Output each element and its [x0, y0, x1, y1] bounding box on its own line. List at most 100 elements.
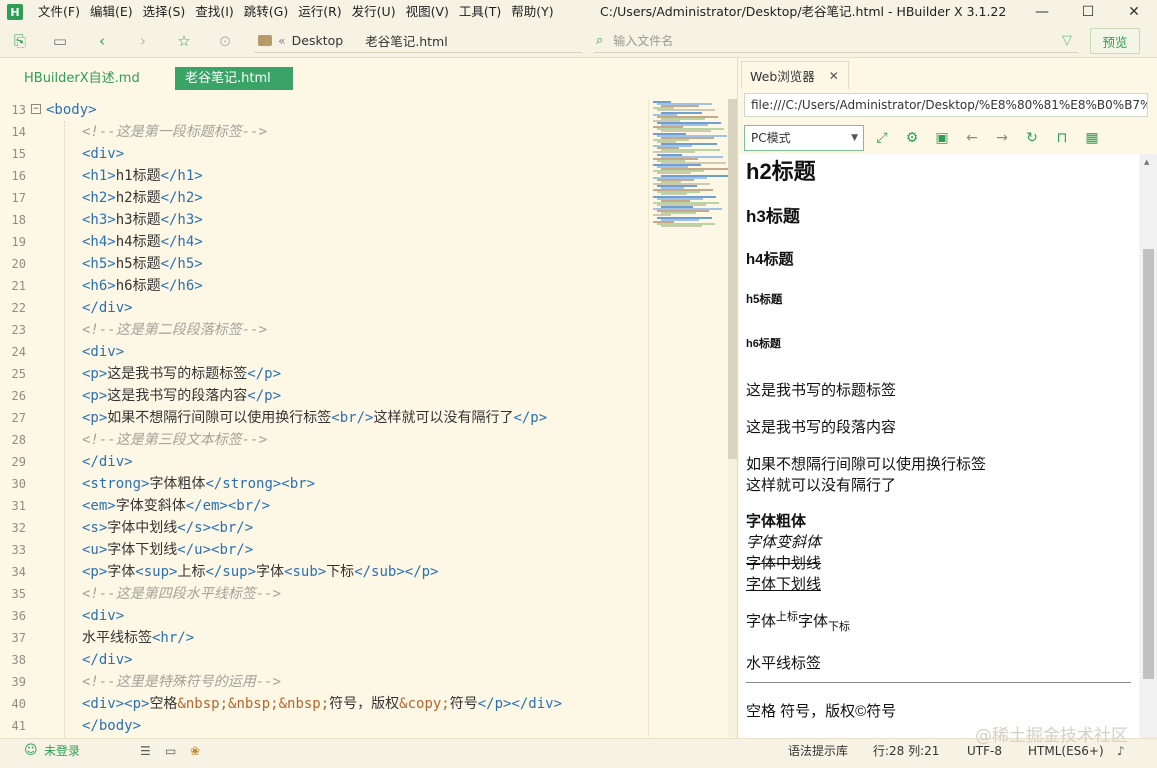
menu-publish[interactable]: 发行(U): [347, 0, 401, 24]
code-line[interactable]: 33 <u>字体下划线</u><br/>: [0, 539, 648, 561]
code-line[interactable]: 18 <h3>h3标题</h3>: [0, 209, 648, 231]
code-line[interactable]: 34 <p>字体<sup>上标</sup>字体<sub>下标</sub></p>: [0, 561, 648, 583]
code-line[interactable]: 31 <em>字体变斜体</em><br/>: [0, 495, 648, 517]
open-external-icon[interactable]: ⤢: [873, 129, 891, 147]
minimap[interactable]: [648, 99, 732, 737]
url-bar[interactable]: file:///C:/Users/Administrator/Desktop/%…: [744, 93, 1148, 117]
menu-tools[interactable]: 工具(T): [454, 0, 506, 24]
syntax-hint-library[interactable]: 语法提示库: [788, 739, 848, 763]
lock-icon[interactable]: ⊓: [1053, 129, 1071, 147]
menu-edit[interactable]: 编辑(E): [85, 0, 138, 24]
menu-file[interactable]: 文件(F): [33, 0, 85, 24]
preview-special-symbols: 空格 符号，版权©符号: [746, 703, 897, 720]
code-line[interactable]: 32 <s>字体中划线</s><br/>: [0, 517, 648, 539]
menu-select[interactable]: 选择(S): [138, 0, 191, 24]
watermark: @稀土掘金技术社区: [975, 726, 1128, 746]
code-tag: </s><br/>: [177, 520, 254, 536]
code-text: <h2>h2标题</h2>: [82, 187, 203, 209]
run-icon[interactable]: ⊙: [215, 31, 235, 51]
close-window-button[interactable]: ✕: [1111, 0, 1157, 24]
preview-paragraph-2: 这是我书写的段落内容: [746, 419, 897, 436]
editor-scrollbar-thumb[interactable]: [728, 99, 737, 459]
back-arrow-icon[interactable]: ←: [963, 129, 981, 147]
preview-scrollbar-thumb[interactable]: [1143, 249, 1154, 679]
back-icon[interactable]: ‹: [92, 31, 112, 51]
bookmark-star-icon[interactable]: ☆: [174, 31, 194, 51]
code-tag: </p></div>: [477, 696, 563, 712]
code-line[interactable]: 25 <p>这是我书写的标题标签</p>: [0, 363, 648, 385]
preview-sup-prefix: 字体: [746, 613, 777, 630]
new-file-icon[interactable]: ⎘: [10, 31, 30, 51]
code-line[interactable]: 24 <div>: [0, 341, 648, 363]
breadcrumb-file[interactable]: 老谷笔记.html: [365, 31, 447, 50]
terminal-icon[interactable]: ▭: [165, 739, 176, 763]
gear-icon[interactable]: ⚙: [903, 129, 921, 147]
code-line[interactable]: 38 </div>: [0, 649, 648, 671]
maximize-button[interactable]: ☐: [1065, 0, 1111, 24]
preview-strikethrough-text: 字体中划线: [746, 555, 822, 572]
code-line[interactable]: 20 <h5>h5标题</h5>: [0, 253, 648, 275]
menu-goto[interactable]: 跳转(G): [239, 0, 293, 24]
plugin-icon[interactable]: ❀: [190, 739, 200, 763]
file-search: ⌕ ▽: [594, 29, 1078, 53]
code-line[interactable]: 22 </div>: [0, 297, 648, 319]
close-icon[interactable]: ✕: [829, 69, 839, 83]
console-icon[interactable]: ▣: [933, 129, 951, 147]
preview-h3: h3标题: [746, 207, 800, 226]
code-line[interactable]: 39 <!--这里是特殊符号的运用-->: [0, 671, 648, 693]
code-line[interactable]: 35 <!--这是第四段水平线标签-->: [0, 583, 648, 605]
code-content: 符号，版权: [329, 696, 400, 712]
filter-icon[interactable]: ▽: [1062, 33, 1072, 48]
tab-note-html[interactable]: 老谷笔记.html: [175, 67, 293, 90]
code-line[interactable]: 27 <p>如果不想隔行间隙可以使用换行标签<br/>这样就可以没有隔行了</p>: [0, 407, 648, 429]
code-line[interactable]: 29 </div>: [0, 451, 648, 473]
code-line[interactable]: 37 水平线标签<hr/>: [0, 627, 648, 649]
menu-help[interactable]: 帮助(Y): [506, 0, 558, 24]
file-search-input[interactable]: [613, 33, 1034, 48]
code-tag: <p>: [82, 388, 108, 404]
list-icon[interactable]: ☰: [140, 739, 151, 763]
code-line[interactable]: 21 <h6>h6标题</h6>: [0, 275, 648, 297]
menu-bar: H 文件(F) 编辑(E) 选择(S) 查找(I) 跳转(G) 运行(R) 发行…: [0, 0, 1157, 24]
fold-toggle-icon[interactable]: −: [31, 104, 41, 114]
code-line[interactable]: 41 </body>: [0, 715, 648, 737]
cursor-position[interactable]: 行:28 列:21: [873, 739, 939, 763]
line-number: 30: [11, 477, 26, 491]
qrcode-icon[interactable]: ▦: [1083, 129, 1101, 147]
login-status[interactable]: 未登录: [44, 739, 80, 763]
line-number: 41: [11, 719, 26, 733]
code-line[interactable]: 14 <!--这是第一段标题标签-->: [0, 121, 648, 143]
code-comment: <!--这是第四段水平线标签-->: [82, 586, 282, 602]
menu-view[interactable]: 视图(V): [401, 0, 454, 24]
code-line[interactable]: 23 <!--这是第二段段落标签-->: [0, 319, 648, 341]
code-line[interactable]: 13− <body>: [0, 99, 648, 121]
code-line[interactable]: 16 <h1>h1标题</h1>: [0, 165, 648, 187]
code-text: <p>如果不想隔行间隙可以使用换行标签<br/>这样就可以没有隔行了</p>: [82, 407, 547, 429]
tab-readme[interactable]: HBuilderX自述.md: [14, 67, 150, 90]
minimize-button[interactable]: —: [1019, 0, 1065, 24]
refresh-icon[interactable]: ↻: [1023, 129, 1041, 147]
menu-run[interactable]: 运行(R): [293, 0, 346, 24]
code-line[interactable]: 36 <div>: [0, 605, 648, 627]
code-line[interactable]: 26 <p>这是我书写的段落内容</p>: [0, 385, 648, 407]
code-line[interactable]: 17 <h2>h2标题</h2>: [0, 187, 648, 209]
device-mode-select[interactable]: PC模式 ▼: [744, 125, 864, 151]
preview-button[interactable]: 预览: [1090, 28, 1140, 54]
code-editor[interactable]: 13− <body> 14 <!--这是第一段标题标签--> 15 <div> 16 <h1>…: [0, 99, 648, 737]
code-line[interactable]: 30 <strong>字体粗体</strong><br>: [0, 473, 648, 495]
forward-arrow-icon[interactable]: →: [993, 129, 1011, 147]
forward-icon[interactable]: ›: [133, 31, 153, 51]
code-line[interactable]: 28 <!--这是第三段文本标签-->: [0, 429, 648, 451]
editor-scrollbar[interactable]: [728, 99, 737, 737]
code-line[interactable]: 19 <h4>h4标题</h4>: [0, 231, 648, 253]
code-line[interactable]: 40 <div><p>空格&nbsp;&nbsp;&nbsp;符号，版权&copy…: [0, 693, 648, 715]
scroll-up-icon[interactable]: ▲: [1144, 158, 1149, 166]
code-text: <div>: [82, 146, 125, 162]
breadcrumb-desktop[interactable]: Desktop: [292, 33, 344, 48]
breadcrumb-separator: «: [278, 33, 286, 48]
preview-scrollbar[interactable]: ▲: [1140, 154, 1157, 738]
code-line[interactable]: 15 <div>: [0, 143, 648, 165]
menu-find[interactable]: 查找(I): [190, 0, 238, 24]
save-icon[interactable]: ▭: [50, 31, 70, 51]
web-browser-tab[interactable]: Web浏览器 ✕: [741, 61, 849, 89]
